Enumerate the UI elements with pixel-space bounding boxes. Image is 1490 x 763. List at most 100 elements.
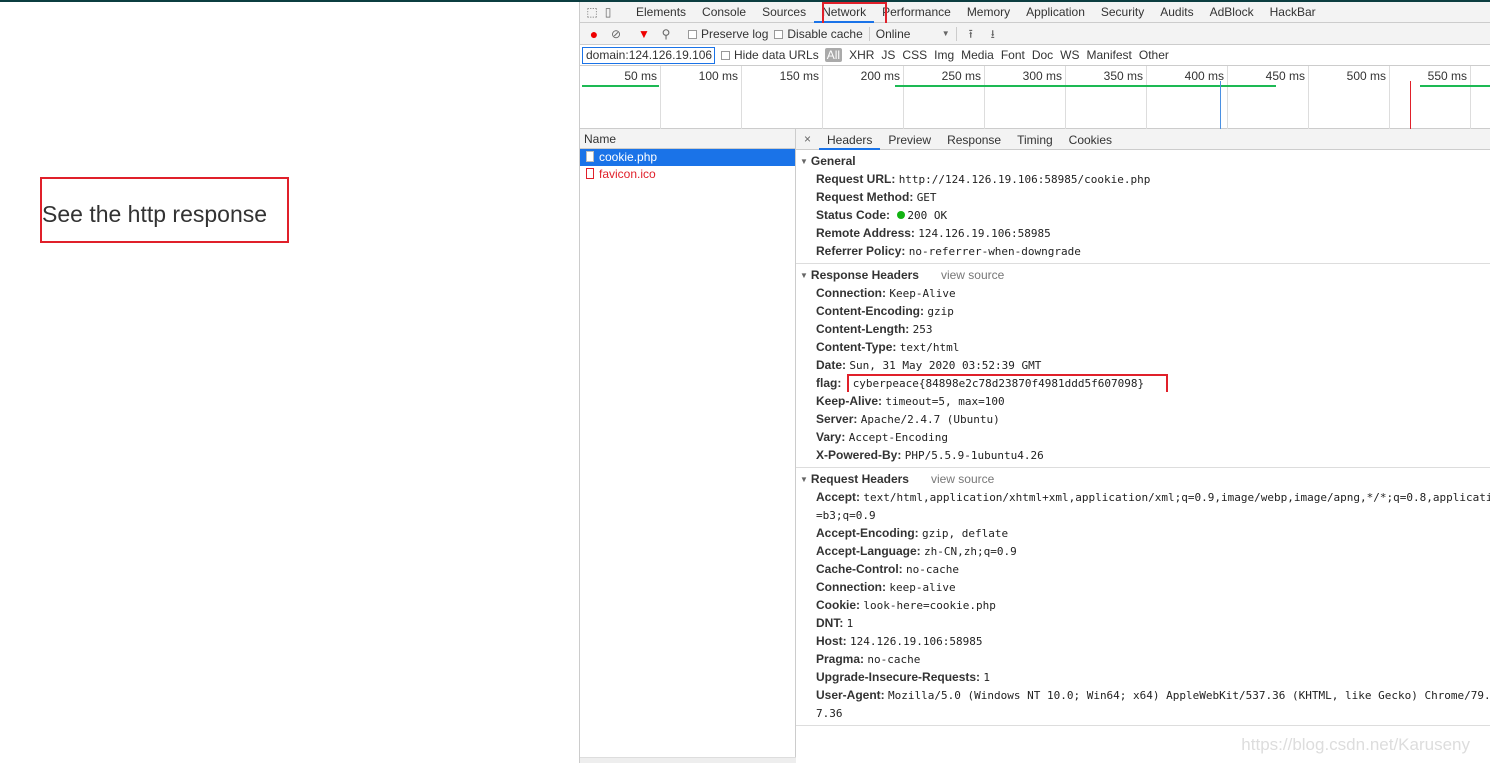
horizontal-scrollbar[interactable] [580,757,796,763]
filter-ws[interactable]: WS [1060,48,1079,62]
filter-other[interactable]: Other [1139,48,1169,62]
header-row: DNT: 1 [796,614,1490,632]
tab-preview[interactable]: Preview [880,129,939,150]
header-value: Apache/2.4.7 (Ubuntu) [860,413,1000,426]
tab-sources[interactable]: Sources [754,2,814,23]
header-name: Content-Encoding: [816,304,924,318]
file-icon [586,151,594,162]
header-value: Keep-Alive [889,287,956,300]
tab-application[interactable]: Application [1018,2,1093,23]
preserve-log-checkbox[interactable]: Preserve log [688,27,768,41]
section-title: Request Headers [810,472,909,486]
header-value: Accept-Encoding [848,431,949,444]
header-name: Server: [816,412,858,426]
response-headers-header[interactable]: ▼ Response Headers view source [796,266,1490,284]
header-value: Mozilla/5.0 (Windows NT 10.0; Win64; x64… [888,689,1490,702]
tab-adblock[interactable]: AdBlock [1202,2,1262,23]
search-icon[interactable]: ⚲ [658,26,674,42]
header-row: Status Code: 200 OK [796,206,1490,224]
tab-memory[interactable]: Memory [959,2,1018,23]
section-title: Response Headers [810,268,919,282]
tab-hackbar[interactable]: HackBar [1262,2,1324,23]
header-name: Accept: [816,490,861,504]
tab-headers[interactable]: Headers [819,129,881,150]
header-row: Remote Address: 124.126.19.106:58985 [796,224,1490,242]
filter-img[interactable]: Img [934,48,954,62]
name-column-header[interactable]: Name [580,129,795,149]
filter-all[interactable]: All [824,48,843,62]
view-source-link[interactable]: view source [941,268,1004,282]
timeline-tick: 250 ms [904,66,985,129]
timeline-tick: 450 ms [1228,66,1309,129]
header-row: Cache-Control: no-cache [796,560,1490,578]
header-row: Cookie: look-here=cookie.php [796,596,1490,614]
header-value: Sun, 31 May 2020 03:52:39 GMT [849,359,1042,372]
header-value: zh-CN,zh;q=0.9 [924,545,1017,558]
tab-response[interactable]: Response [939,129,1009,150]
header-row: Content-Encoding: gzip [796,302,1490,320]
header-row: Content-Type: text/html [796,338,1490,356]
device-toolbar-icon[interactable]: ▯ [600,4,616,20]
filter-font[interactable]: Font [1001,48,1025,62]
timeline-tick: 350 ms [1066,66,1147,129]
header-name: Referrer Policy: [816,244,906,258]
header-name: Keep-Alive: [816,394,883,408]
request-row[interactable]: cookie.php [580,149,795,166]
header-value: 1 [846,617,854,630]
filter-css[interactable]: CSS [902,48,927,62]
filter-input[interactable]: domain:124.126.19.106 s [582,46,715,64]
request-name: cookie.php [599,150,658,164]
disable-cache-checkbox[interactable]: Disable cache [774,27,863,41]
filter-xhr[interactable]: XHR [849,48,874,62]
preserve-log-label: Preserve log [701,26,769,41]
header-name: Accept-Language: [816,544,921,558]
hide-data-urls-checkbox[interactable]: Hide data URLs [721,48,819,62]
header-name: Connection: [816,286,886,300]
export-har-icon[interactable]: ⭳ [985,26,1001,42]
header-value: =b3;q=0.9 [816,509,876,522]
header-name: Content-Type: [816,340,897,354]
header-name: User-Agent: [816,688,885,702]
header-name: Request Method: [816,190,914,204]
tab-elements[interactable]: Elements [628,2,694,23]
header-name: Accept-Encoding: [816,526,919,540]
import-har-icon[interactable]: ⭱ [963,26,979,42]
status-ok-icon [897,211,906,219]
tab-audits[interactable]: Audits [1152,2,1201,23]
close-icon[interactable]: × [796,132,819,146]
request-list: Name cookie.php favicon.ico [580,129,796,763]
network-timeline: 50 ms 100 ms 150 ms 200 ms 250 ms 300 ms 350 m… [580,66,1490,129]
request-row[interactable]: favicon.ico [580,166,795,183]
tab-security[interactable]: Security [1093,2,1152,23]
header-row: Request Method: GET [796,188,1490,206]
timeline-tick: 400 ms [1147,66,1228,129]
header-row: flag: cyberpeace{84898e2c78d23870f4981dd… [796,374,1490,392]
tab-console[interactable]: Console [694,2,754,23]
filter-media[interactable]: Media [961,48,994,62]
throttle-select[interactable]: Online [876,27,936,41]
tab-cookies[interactable]: Cookies [1061,129,1120,150]
filter-doc[interactable]: Doc [1032,48,1053,62]
section-title: General [810,154,856,168]
filter-js[interactable]: JS [881,48,895,62]
view-source-link[interactable]: view source [931,472,994,486]
header-name: Status Code: [816,208,891,222]
header-row: Referrer Policy: no-referrer-when-downgr… [796,242,1490,260]
clear-icon[interactable]: ⊘ [608,26,624,42]
record-icon[interactable]: ● [586,26,602,42]
request-headers-header[interactable]: ▼ Request Headers view source [796,470,1490,488]
filter-manifest[interactable]: Manifest [1087,48,1132,62]
header-row: Pragma: no-cache [796,650,1490,668]
inspect-element-icon[interactable]: ⬚ [584,4,600,20]
request-headers-section: ▼ Request Headers view source Accept: text… [796,468,1490,726]
flag-value-highlight: cyberpeace{84898e2c78d23870f4981ddd5f607… [846,374,1169,392]
filter-icon[interactable]: ▼ [636,26,652,42]
tab-timing[interactable]: Timing [1009,129,1061,150]
timeline-tick: 300 ms [985,66,1066,129]
hide-data-urls-label: Hide data URLs [734,48,819,62]
general-section: ▼ General Request URL: http://124.126.19.… [796,150,1490,264]
web-page: See the http response [0,2,579,763]
timeline-bar [1420,85,1490,87]
request-name: favicon.ico [599,167,656,181]
general-header[interactable]: ▼ General [796,152,1490,170]
